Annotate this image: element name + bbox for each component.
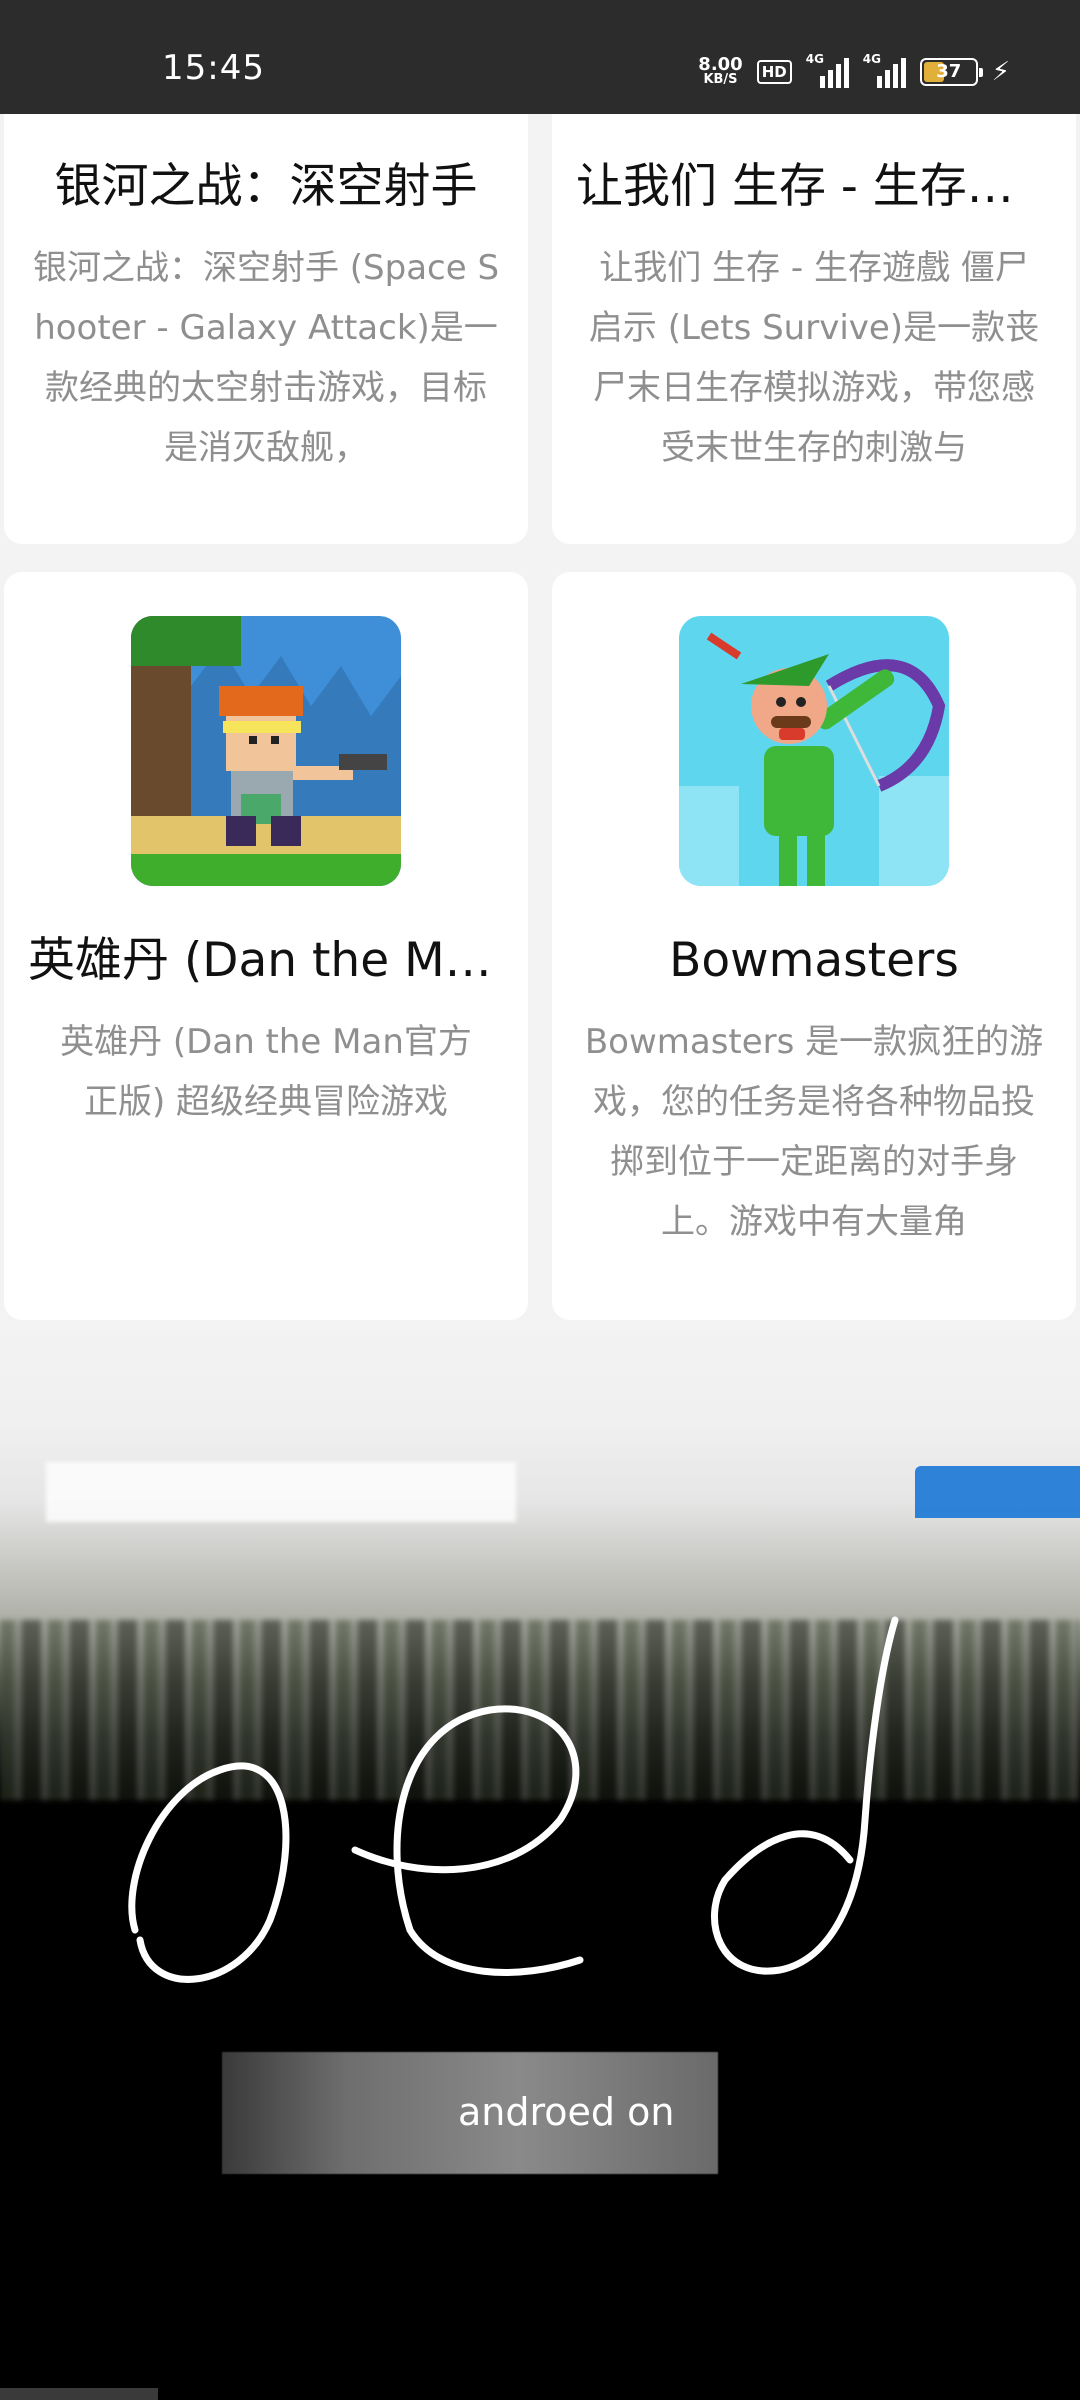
network-speed: 8.00 KB/S [698, 54, 743, 88]
battery-level: 37 [936, 61, 962, 82]
game-description: 银河之战：深空射手 (Space Shooter - Galaxy Attack… [32, 248, 500, 468]
game-title: 让我们 生存 - 生存遊戲 僵尸 启示 [576, 159, 1052, 214]
hd-icon: HD [756, 60, 792, 84]
game-card[interactable]: 银河之战：深空射手 银河之战：深空射手 (Space Shooter - Gal… [4, 60, 528, 544]
handwritten-scribble-icon [128, 1616, 899, 1983]
signal-icon: 4G [806, 52, 849, 88]
dan-the-man-icon [131, 616, 401, 886]
game-title: 英雄丹 (Dan the Man官方正版) [28, 933, 504, 988]
game-title: Bowmasters [669, 933, 959, 988]
status-icons: 8.00 KB/S HD 4G 4G 37 ⚡︎ [698, 52, 1010, 92]
game-card[interactable]: 英雄丹 (Dan the Man官方正版) 英雄丹 (Dan the Man官方… [4, 572, 528, 1320]
signal-label-2: 4G [862, 52, 881, 66]
status-time: 15:45 [162, 48, 265, 88]
bowmasters-icon [679, 616, 949, 886]
signal-label: 4G [805, 52, 824, 66]
watermark-text: androed on [458, 2090, 675, 2134]
bottom-indicator [0, 2388, 158, 2400]
status-bar: 15:45 8.00 KB/S HD 4G 4G 37 ⚡︎ [0, 0, 1080, 114]
game-card[interactable]: Bowmasters Bowmasters 是一款疯狂的游戏，您的任务是将各种物… [552, 572, 1076, 1320]
overlay-image: androed on [0, 1320, 1080, 2400]
signal-icon-2: 4G [863, 52, 906, 88]
game-description: Bowmasters 是一款疯狂的游戏，您的任务是将各种物品投掷到位于一定距离的… [584, 1022, 1044, 1242]
game-description: 让我们 生存 - 生存遊戲 僵尸 启示 (Lets Survive)是一款丧尸末… [588, 248, 1040, 468]
network-speed-unit: KB/S [703, 72, 738, 87]
game-title: 银河之战：深空射手 [54, 159, 478, 214]
battery-icon: 37 [919, 58, 983, 86]
game-card[interactable]: 让我们 生存 - 生存遊戲 僵尸 启示 让我们 生存 - 生存遊戲 僵尸 启示 … [552, 60, 1076, 544]
game-description: 英雄丹 (Dan the Man官方正版) 超级经典冒险游戏 [60, 1022, 472, 1122]
charging-icon: ⚡︎ [991, 57, 1010, 87]
network-speed-value: 8.00 [698, 54, 743, 75]
